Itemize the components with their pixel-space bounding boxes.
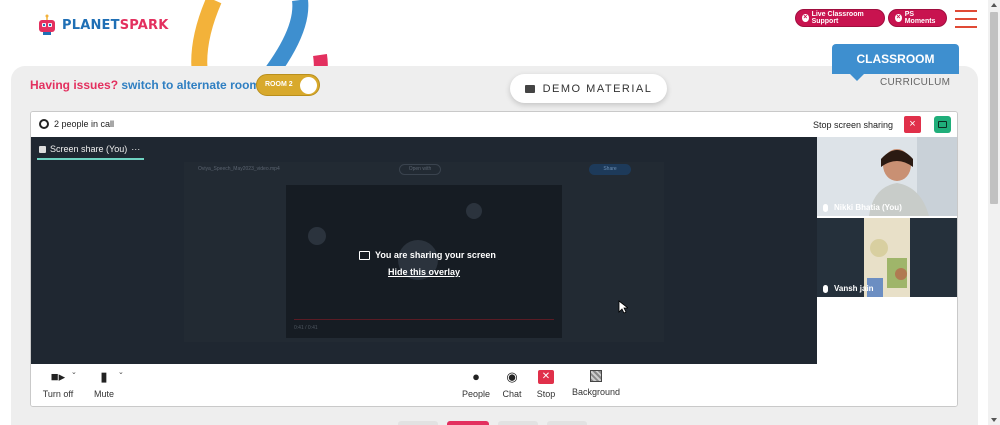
present-screen-icon — [359, 250, 370, 260]
video-call-window: 2 people in call Stop screen sharing × S… — [30, 111, 958, 407]
participant-name-label: Vansh jain — [834, 284, 874, 293]
blurred-shape — [308, 227, 326, 245]
chat-icon: ◉ — [506, 369, 518, 384]
shared-window-toolbar: Oviya_Speech_May2023_video.mp4 Open with… — [184, 162, 664, 178]
scrollbar-thumb[interactable] — [990, 12, 998, 204]
camera-toggle-button[interactable]: ■▸ Turn off ⌄ — [41, 368, 77, 399]
people-count-label: 2 people in call — [54, 119, 115, 129]
people-button[interactable]: ● People — [461, 369, 491, 400]
open-with-button: Open with — [399, 164, 441, 175]
participant-tile[interactable]: Vansh jain — [817, 218, 957, 297]
robot-mascot-icon — [39, 14, 55, 35]
page-scrollbar[interactable] — [988, 0, 1000, 425]
stop-sharing-close-button[interactable]: × — [904, 116, 921, 133]
sharing-overlay-message: You are sharing your screen — [359, 250, 496, 260]
microphone-icon: ▮ — [100, 369, 108, 384]
stop-share-icon: ✕ — [538, 370, 554, 384]
tab-indicator — [850, 74, 864, 81]
alternate-room-prompt: Having issues? switch to alternate room — [30, 78, 260, 92]
stop-screen-sharing-label: Stop screen sharing — [813, 120, 894, 130]
close-circle-icon: × — [895, 14, 902, 22]
screen-icon — [39, 145, 46, 153]
close-circle-icon: × — [802, 14, 809, 22]
scroll-down-icon[interactable] — [991, 418, 997, 422]
mute-button[interactable]: ▮ Mute ⌄ — [91, 369, 124, 399]
demo-material-button[interactable]: DEMO MATERIAL — [510, 74, 667, 103]
tab-curriculum[interactable]: CURRICULUM — [880, 77, 950, 88]
shared-file-title: Oviya_Speech_May2023_video.mp4 — [198, 166, 280, 172]
stop-sharing-button[interactable]: ✕ Stop — [534, 370, 558, 399]
room-toggle-label: ROOM 2 — [265, 81, 293, 88]
demo-material-label: DEMO MATERIAL — [542, 82, 653, 95]
gear-icon[interactable] — [39, 119, 49, 129]
microphone-icon — [823, 203, 828, 212]
issues-suffix: switch to alternate room — [121, 78, 261, 92]
mute-label: Mute — [93, 389, 114, 399]
ps-moments-label: PS Moments — [904, 11, 936, 25]
camera-toggle-label: Turn off — [42, 389, 74, 399]
chat-button[interactable]: ◉ Chat — [501, 369, 523, 400]
tab-classroom[interactable]: CLASSROOM — [832, 44, 959, 74]
stage-tab[interactable]: Screen share (You) ··· — [39, 144, 140, 154]
hamburger-menu-icon[interactable] — [955, 10, 977, 28]
camera-icon: ■▸ — [50, 369, 66, 384]
blurred-shape — [466, 203, 482, 219]
share-button: Share — [589, 164, 631, 175]
background-icon — [590, 370, 602, 382]
planetspark-logo[interactable]: PLANETSPARK — [36, 14, 169, 36]
background-label: Background — [571, 387, 621, 397]
screen-share-toggle-icon[interactable] — [934, 116, 951, 133]
participant-tile[interactable]: Nikki Bhatia (You) — [817, 137, 957, 216]
video-progress-bar — [294, 319, 554, 320]
overlay-message-text: You are sharing your screen — [375, 250, 496, 260]
people-icon: ● — [472, 369, 480, 384]
live-classroom-support-label: Live Classroom Support — [811, 11, 864, 25]
video-time: 0:41 / 0:41 — [294, 325, 318, 331]
issues-prefix: Having issues? — [30, 78, 119, 92]
chevron-down-icon[interactable]: ⌄ — [71, 368, 77, 376]
participant-name: Vansh jain — [823, 284, 874, 293]
live-classroom-support-button[interactable]: × Live Classroom Support — [795, 9, 885, 27]
stage-tab-underline — [37, 158, 144, 160]
hide-overlay-link[interactable]: Hide this overlay — [388, 267, 460, 277]
chat-label: Chat — [502, 389, 522, 399]
call-controls-bar: ■▸ Turn off ⌄ ▮ Mute ⌄ ● People ◉ Chat ✕… — [31, 364, 957, 406]
brand-name: PLANETSPARK — [62, 17, 169, 33]
participant-name-label: Nikki Bhatia (You) — [834, 203, 902, 212]
more-options-icon[interactable]: ··· — [131, 144, 140, 154]
call-toolbar: 2 people in call Stop screen sharing × — [31, 112, 957, 137]
room-toggle[interactable]: ROOM 2 — [256, 74, 320, 96]
ps-moments-button[interactable]: × PS Moments — [888, 9, 947, 27]
people-label: People — [461, 389, 491, 399]
stop-label: Stop — [536, 389, 556, 399]
background-button[interactable]: Background — [569, 370, 623, 397]
shared-video-frame: 0:41 / 0:41 — [286, 185, 562, 338]
folder-icon — [524, 84, 535, 93]
scroll-up-icon[interactable] — [991, 3, 997, 7]
screen-share-stage: Screen share (You) ··· Oviya_Speech_May2… — [31, 137, 817, 364]
microphone-icon — [823, 284, 828, 293]
participant-name: Nikki Bhatia (You) — [823, 203, 902, 212]
chevron-down-icon[interactable]: ⌄ — [118, 368, 124, 376]
people-count: 2 people in call — [39, 119, 114, 129]
stage-tab-label: Screen share (You) — [50, 144, 128, 154]
toggle-knob — [300, 77, 317, 94]
